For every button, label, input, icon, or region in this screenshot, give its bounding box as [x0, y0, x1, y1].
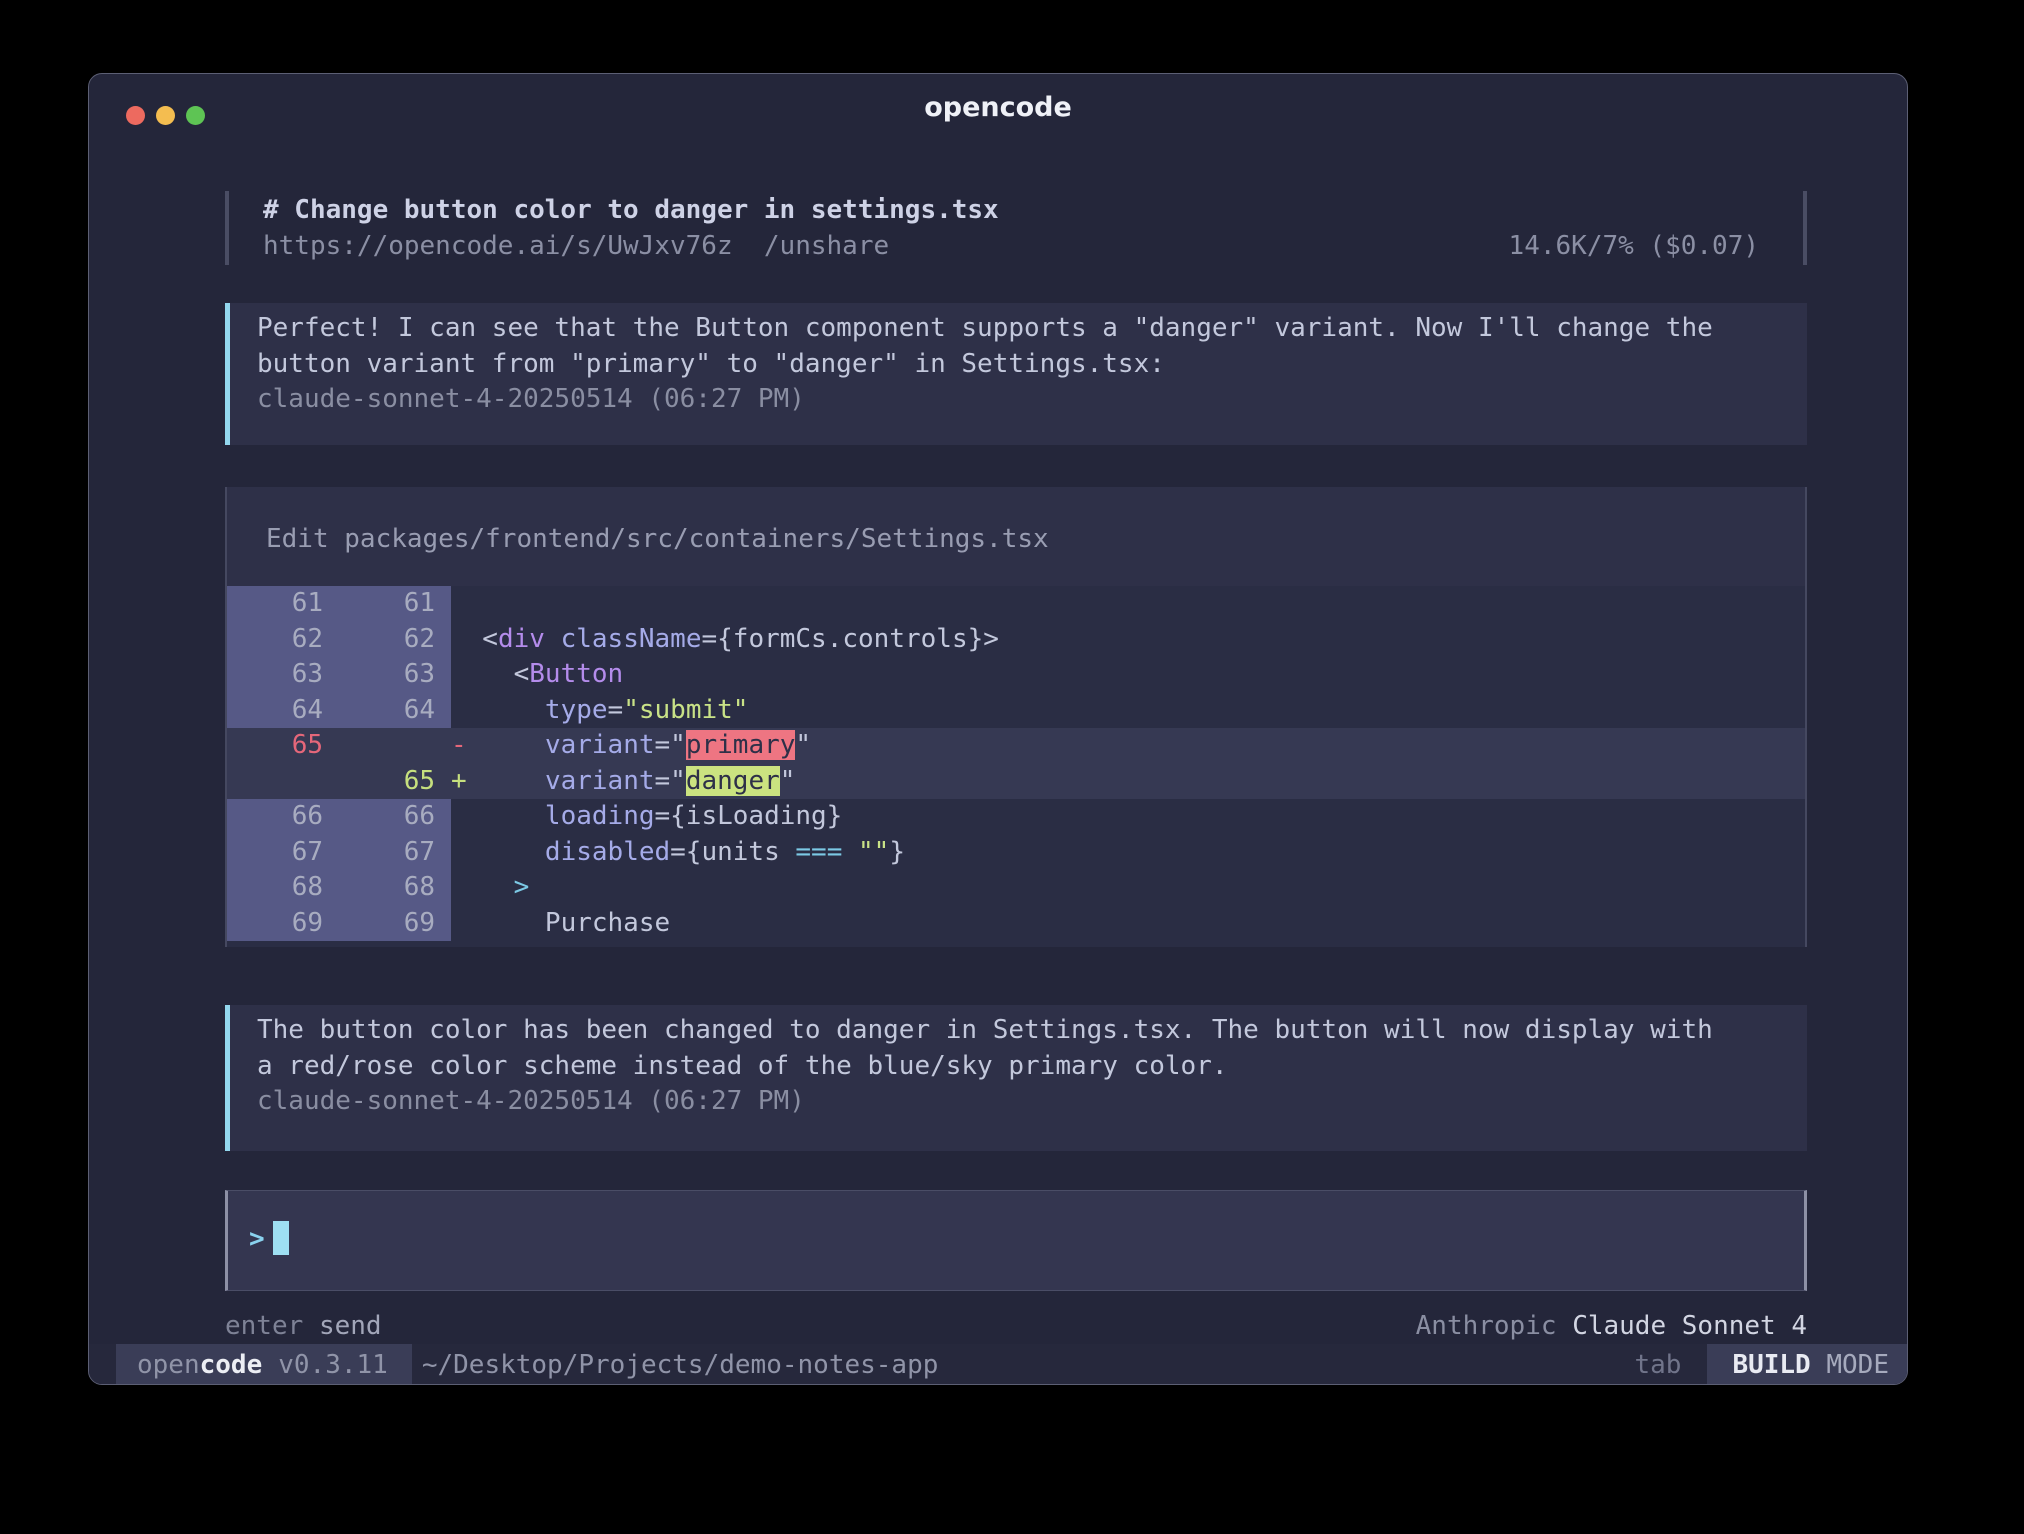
diff-row: 6767 disabled={units === ""} [227, 835, 1805, 871]
diff-code-line: Purchase [451, 906, 1805, 942]
model-name: Claude Sonnet 4 [1572, 1311, 1807, 1341]
message-text: Perfect! I can see that the Button compo… [257, 311, 1777, 347]
edit-tool-title: Edit packages/frontend/src/containers/Se… [227, 487, 1805, 557]
diff-row: 6464 type="submit" [227, 693, 1805, 729]
diff-line-number-old: 64 [227, 693, 339, 729]
assistant-message: Perfect! I can see that the Button compo… [225, 303, 1807, 445]
provider-name: Anthropic [1416, 1311, 1557, 1341]
opencode-window: opencode # Change button color to danger… [88, 73, 1908, 1385]
diff-code-line: <Button [451, 657, 1805, 693]
message-text: a red/rose color scheme instead of the b… [257, 1049, 1777, 1085]
diff-row: 6666 loading={isLoading} [227, 799, 1805, 835]
diff-line-number-new: 64 [339, 693, 451, 729]
diff-line-number-new: 63 [339, 657, 451, 693]
model-timestamp: claude-sonnet-4-20250514 (06:27 PM) [257, 1084, 1777, 1120]
model-indicator: Anthropic Claude Sonnet 4 [1416, 1308, 1807, 1344]
diff-code-line: <div className={formCs.controls}> [451, 622, 1805, 658]
message-text: The button color has been changed to dan… [257, 1013, 1777, 1049]
brand-open: open [137, 1350, 200, 1380]
diff-line-number-old: 65 [227, 728, 339, 764]
diff-code-line: disabled={units === ""} [451, 835, 1805, 871]
session-title: # Change button color to danger in setti… [263, 192, 1759, 228]
diff-row: 65 - variant="primary" [227, 728, 1805, 764]
diff-line-number-new [339, 728, 451, 764]
diff-line-number-old: 63 [227, 657, 339, 693]
diff-code-line: type="submit" [451, 693, 1805, 729]
diff-line-number-old: 69 [227, 906, 339, 942]
diff-code-line: > [451, 870, 1805, 906]
diff-line-number-new: 65 [339, 764, 451, 800]
diff-line-number-new: 67 [339, 835, 451, 871]
footer-hints: enter send Anthropic Claude Sonnet 4 [225, 1308, 1807, 1344]
assistant-message: The button color has been changed to dan… [225, 1005, 1807, 1151]
app-version: v0.3.11 [278, 1350, 388, 1380]
brand-code: code [200, 1350, 263, 1380]
diff-line-number-old: 61 [227, 586, 339, 622]
diff-line-number-new: 68 [339, 870, 451, 906]
tab-key-hint: tab [1634, 1350, 1681, 1380]
mode-badge-rest: MODE [1811, 1350, 1889, 1380]
prompt-chevron-icon: > [249, 1224, 265, 1254]
token-usage-badge: 14.6K/7% ($0.07) [1509, 228, 1759, 264]
diff-row: 6161 [227, 586, 1805, 622]
share-url: https://opencode.ai/s/UwJxv76z /unshare [263, 228, 889, 264]
diff-row: 6262 <div className={formCs.controls}> [227, 622, 1805, 658]
window-title: opencode [89, 92, 1907, 123]
screen: opencode # Change button color to danger… [0, 0, 2024, 1534]
prompt-input[interactable]: > [225, 1190, 1807, 1291]
message-text: button variant from "primary" to "danger… [257, 347, 1777, 383]
diff-line-number-new: 69 [339, 906, 451, 942]
diff-line-number-old: 68 [227, 870, 339, 906]
app-version-segment: opencode v0.3.11 [116, 1344, 412, 1385]
diff-line-number-new: 66 [339, 799, 451, 835]
session-header: # Change button color to danger in setti… [225, 191, 1807, 265]
diff-code-line: + variant="danger" [451, 764, 1805, 800]
diff-line-number-old [227, 764, 339, 800]
diff-table: 61616262 <div className={formCs.controls… [227, 586, 1805, 947]
working-directory: ~/Desktop/Projects/demo-notes-app [422, 1350, 939, 1380]
diff-row: 6868 > [227, 870, 1805, 906]
edit-tool-panel: Edit packages/frontend/src/containers/Se… [225, 487, 1807, 947]
diff-code-line [451, 586, 1805, 622]
diff-line-number-old: 66 [227, 799, 339, 835]
diff-line-number-new: 61 [339, 586, 451, 622]
send-label: send [319, 1311, 382, 1341]
model-timestamp: claude-sonnet-4-20250514 (06:27 PM) [257, 382, 1777, 418]
diff-line-number-old: 67 [227, 835, 339, 871]
diff-code-line: loading={isLoading} [451, 799, 1805, 835]
enter-key-hint: enter [225, 1311, 303, 1341]
diff-line-number-old: 62 [227, 622, 339, 658]
diff-line-number-new: 62 [339, 622, 451, 658]
diff-row: 65+ variant="danger" [227, 764, 1805, 800]
titlebar[interactable]: opencode [89, 74, 1907, 138]
mode-badge: BUILD MODE [1707, 1344, 1908, 1385]
text-cursor [273, 1221, 289, 1255]
status-bar: opencode v0.3.11 ~/Desktop/Projects/demo… [89, 1344, 1908, 1385]
diff-row: 6969 Purchase [227, 906, 1805, 942]
send-hint: enter send [225, 1308, 382, 1344]
diff-row: 6363 <Button [227, 657, 1805, 693]
diff-code-line: - variant="primary" [451, 728, 1805, 764]
mode-badge-bold: BUILD [1732, 1350, 1810, 1380]
